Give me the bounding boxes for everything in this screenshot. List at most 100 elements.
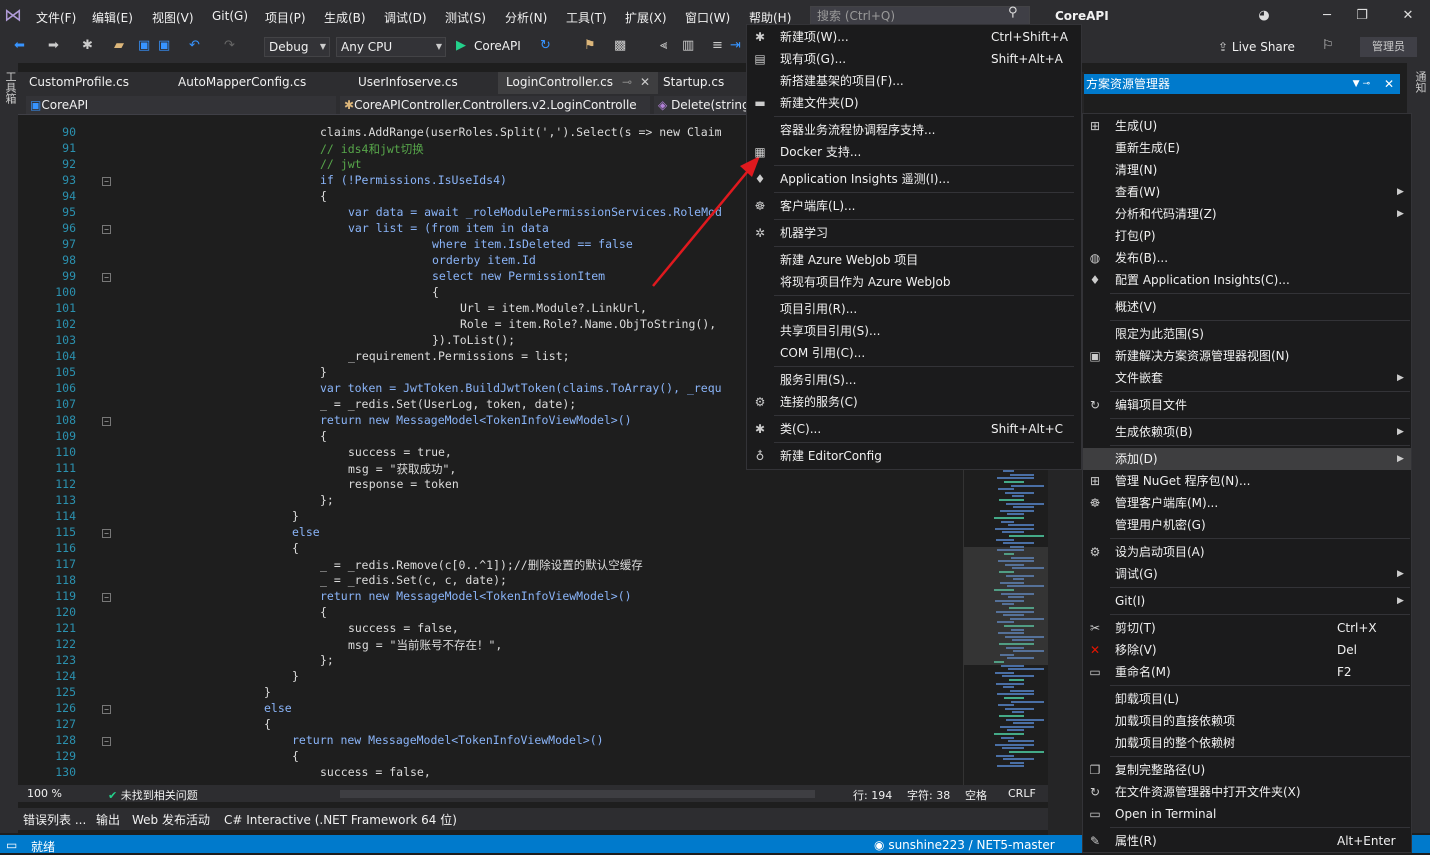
start-debug-icon[interactable]: ▶ [456,38,466,53]
menu-item[interactable]: Open in Terminal [1115,803,1216,825]
project-dropdown[interactable]: ▣CoreAPI [26,96,336,114]
code-line[interactable]: where item.IsDeleted == false [432,237,633,251]
menu-item[interactable]: 项目(P) [265,9,306,26]
menu-item[interactable]: Git(G) [212,9,248,23]
menu-item[interactable]: 扩展(X) [625,9,667,26]
code-line[interactable]: var data = await _roleModulePermissionSe… [348,205,722,219]
menu-item[interactable]: 新建 Azure WebJob 项目 [780,249,918,271]
minimap-viewport[interactable] [964,547,1049,665]
fold-toggle-icon[interactable]: − [102,273,111,282]
pin-icon[interactable]: ⊸ [622,75,632,89]
pin-icon[interactable]: ▼ ⊸ [1353,74,1370,94]
menu-item[interactable]: 窗口(W) [685,9,730,26]
zoom-level[interactable]: 100 % [27,787,62,800]
menu-item[interactable]: 配置 Application Insights(C)... [1115,269,1290,291]
code-line[interactable]: { [292,749,299,763]
menu-item[interactable]: 文件嵌套 [1115,367,1163,389]
code-line[interactable]: { [320,429,327,443]
fold-toggle-icon[interactable]: − [102,225,111,234]
class-dropdown[interactable]: ✱CoreAPIController.Controllers.v2.LoginC… [340,96,650,114]
fold-toggle-icon[interactable]: − [102,705,111,714]
menu-item[interactable]: 调试(D) [384,9,427,26]
search-input[interactable]: 搜索 (Ctrl+Q) [810,6,1030,26]
code-line[interactable]: else [292,525,320,539]
code-line[interactable]: else [264,701,292,715]
code-line[interactable]: { [432,285,439,299]
code-line[interactable]: { [292,541,299,555]
code-line[interactable]: return new MessageModel<TokenInfoViewMod… [320,589,632,603]
tab-close-icon[interactable]: ✕ [640,75,650,89]
menu-item[interactable]: 分析(N) [505,9,547,26]
code-line[interactable]: }; [320,493,334,507]
browser-link-icon[interactable]: ⚑ [584,38,596,53]
menu-item[interactable]: 将现有项目作为 Azure WebJob [780,271,950,293]
menu-item[interactable]: 类(C)... [780,418,821,440]
tab-userinfoserve[interactable]: UserInfoserve.cs [358,75,458,89]
layout-icon[interactable]: ▥ [682,38,694,53]
menu-item[interactable]: 在文件资源管理器中打开文件夹(X) [1115,781,1301,803]
menu-item[interactable]: 新建 EditorConfig [780,445,882,467]
code-line[interactable]: orderby item.Id [432,253,536,267]
menu-item[interactable]: 设为启动项目(A) [1115,541,1205,563]
tab-logincontroller[interactable]: LoginController.cs [506,75,613,89]
new-project-icon[interactable]: ✱ [82,38,93,53]
refresh-icon[interactable]: ↻ [540,38,551,53]
menu-item[interactable]: 现有项(G)... [780,48,846,70]
code-line[interactable]: select new PermissionItem [432,269,605,283]
member-dropdown[interactable]: ◈ Delete(string [654,96,750,114]
menu-item[interactable]: 属性(R) [1115,830,1157,852]
code-line[interactable]: // ids4和jwt切换 [320,141,424,157]
menu-item[interactable]: 工具(T) [566,9,607,26]
menu-item[interactable]: 新搭建基架的项目(F)... [780,70,904,92]
fold-toggle-icon[interactable]: − [102,593,111,602]
menu-item[interactable]: 卸载项目(L) [1115,688,1179,710]
code-line[interactable]: { [264,717,271,731]
menu-item[interactable]: 打包(P) [1115,225,1156,247]
menu-item[interactable]: 编辑项目文件 [1115,394,1187,416]
menu-item[interactable]: 清理(N) [1115,159,1157,181]
menu-item[interactable]: 管理客户端库(M)... [1115,492,1218,514]
code-line[interactable]: success = true, [348,445,452,459]
menu-item[interactable]: Docker 支持... [780,141,861,163]
line-ending[interactable]: CRLF [1008,787,1036,800]
code-line[interactable]: response = token [348,477,459,491]
menu-item[interactable]: 连接的服务(C) [780,391,858,413]
code-line[interactable]: claims.AddRange(userRoles.Split(',').Sel… [320,125,722,139]
menu-item[interactable]: 加载项目的整个依赖树 [1115,732,1235,754]
tab-csharp-interactive[interactable]: C# Interactive (.NET Framework 64 位) [224,811,457,828]
save-icon[interactable]: ▣ [138,38,150,53]
tab-customprofile[interactable]: CustomProfile.cs [29,75,129,89]
fold-toggle-icon[interactable]: − [102,529,111,538]
tab-output[interactable]: 输出 [96,811,120,828]
git-branch[interactable]: ◉ sunshine223 / NET5-master [874,838,1055,852]
code-line[interactable]: } [292,509,299,523]
menu-item[interactable]: 发布(B)... [1115,247,1168,269]
maximize-icon[interactable]: ❐ [1352,6,1372,26]
tab-startup[interactable]: Startup.cs [663,75,724,89]
run-target[interactable]: CoreAPI [474,39,521,53]
menu-item[interactable]: Git(I) [1115,590,1145,612]
code-line[interactable]: success = false, [348,621,459,635]
fold-toggle-icon[interactable]: − [102,417,111,426]
close-icon[interactable]: ✕ [1384,74,1394,94]
code-line[interactable]: _ = _redis.Set(c, c, date); [320,573,507,587]
bookmark-icon[interactable]: ⇥ [730,38,741,53]
menu-item[interactable]: 分析和代码清理(Z) [1115,203,1217,225]
code-line[interactable]: return new MessageModel<TokenInfoViewMod… [292,733,604,747]
account-avatar-icon[interactable]: ◕ [1254,6,1274,26]
menu-item[interactable]: 调试(G) [1115,563,1158,585]
back-icon[interactable]: ⬅ [14,38,25,53]
menu-item[interactable]: COM 引用(C)... [780,342,865,364]
code-line[interactable]: var list = (from item in data [348,221,549,235]
code-line[interactable]: _ = _redis.Set(UserLog, token, date); [320,397,576,411]
menu-item[interactable]: 机器学习 [780,222,828,244]
code-line[interactable]: // jwt [320,157,362,171]
menu-item[interactable]: 剪切(T) [1115,617,1156,639]
tab-web-publish[interactable]: Web 发布活动 [132,811,210,828]
code-line[interactable]: { [320,605,327,619]
notifications-tab[interactable]: 通知 [1412,71,1428,93]
code-line[interactable]: msg = "当前账号不存在！", [348,637,502,653]
menu-item[interactable]: 文件(F) [36,9,76,26]
menu-item[interactable]: 新建文件夹(D) [780,92,859,114]
toolbox-tab[interactable]: 工具箱 [2,71,18,104]
